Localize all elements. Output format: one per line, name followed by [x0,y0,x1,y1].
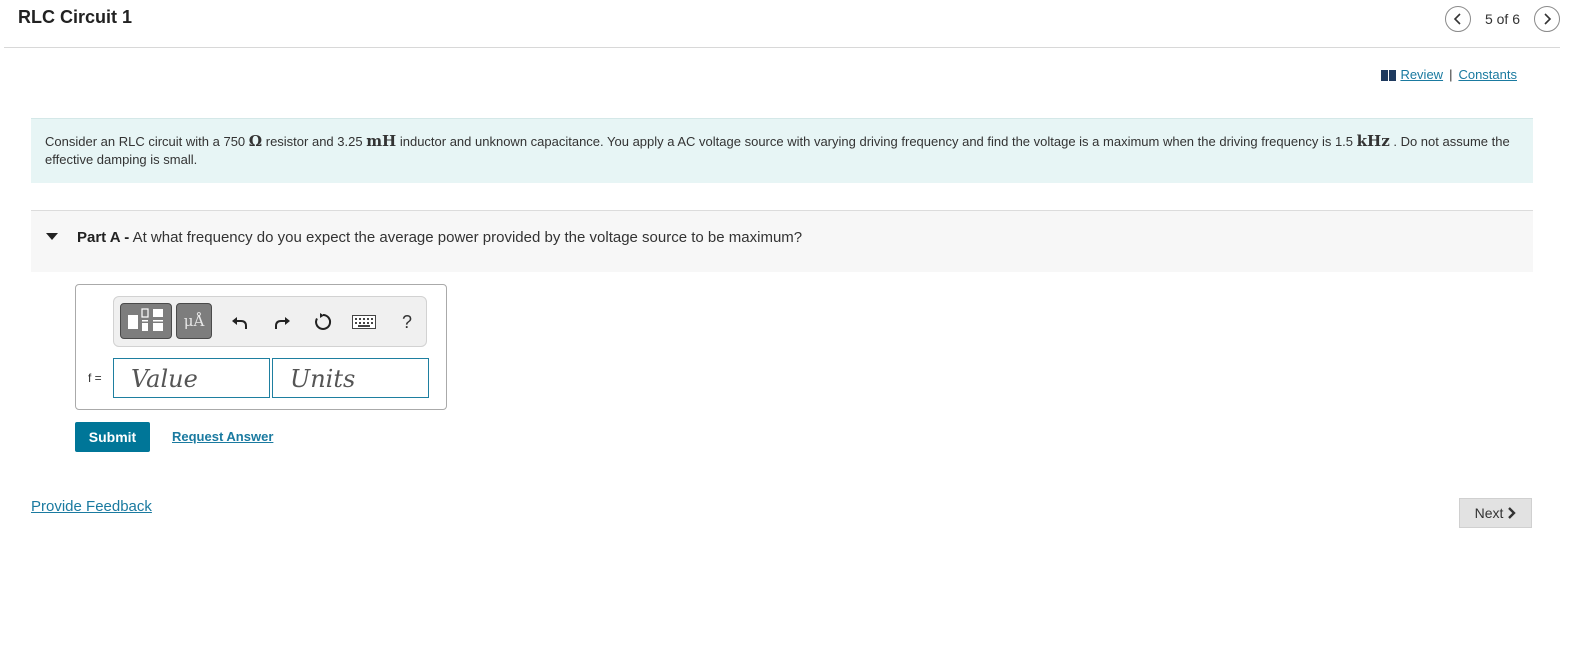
next-page-button[interactable] [1534,6,1560,32]
variable-label: f = [88,371,102,385]
triangle-down-icon [46,233,58,240]
answer-box: μÅ ? f = Value Units [75,284,447,410]
value-input[interactable]: Value [113,358,270,398]
part-a-label: Part A - [77,229,130,246]
book-icon [1381,70,1397,82]
next-label: Next [1474,505,1504,521]
page-title: RLC Circuit 1 [18,7,133,27]
submit-button[interactable]: Submit [75,422,150,452]
part-a-header[interactable]: Part A - At what frequency do you expect… [31,210,1533,272]
redo-icon [275,317,290,329]
part-a-question: Part A - At what frequency do you expect… [77,229,802,246]
keyboard-button[interactable] [351,309,377,335]
constants-link[interactable]: Constants [1458,67,1517,82]
redo-button[interactable] [269,309,295,335]
undo-icon [232,317,247,329]
help-button[interactable]: ? [394,309,420,335]
templates-icon [128,308,163,331]
undo-button[interactable] [227,309,253,335]
units-input[interactable]: Units [272,358,429,398]
math-toolbar: μÅ ? [113,296,427,347]
chevron-right-icon [1544,13,1552,25]
keyboard-icon [352,315,376,329]
problem-text-1: Consider an RLC circuit with a 750 [45,134,249,149]
request-answer-link[interactable]: Request Answer [172,429,273,444]
pagination: 5 of 6 [1444,4,1560,34]
review-link[interactable]: Review [1381,67,1443,82]
provide-feedback-link[interactable]: Provide Feedback [31,498,152,515]
page-indicator: 5 of 6 [1484,11,1520,27]
reset-icon [315,313,332,330]
resource-links: Review | Constants [1381,67,1517,82]
chevron-left-icon [1453,13,1461,25]
next-button[interactable]: Next [1459,498,1532,528]
problem-text-3: inductor and unknown capacitance. You ap… [396,134,1357,149]
templates-button[interactable] [120,303,172,339]
unit-ohm: Ω [248,132,263,150]
problem-text-2: resistor and 3.25 [262,134,367,149]
reset-button[interactable] [310,309,336,335]
problem-statement: Consider an RLC circuit with a 750 Ω res… [31,118,1533,183]
review-label: Review [1400,67,1444,82]
units-button[interactable]: μÅ [176,303,212,339]
link-separator: | [1449,67,1453,82]
header-bar: RLC Circuit 1 5 of 6 [4,0,1560,48]
chevron-right-icon [1508,507,1517,519]
unit-mh: mH [366,132,397,150]
previous-button[interactable] [1444,6,1471,32]
part-a-question-text: At what frequency do you expect the aver… [129,229,803,246]
unit-khz: kHz [1356,132,1390,150]
